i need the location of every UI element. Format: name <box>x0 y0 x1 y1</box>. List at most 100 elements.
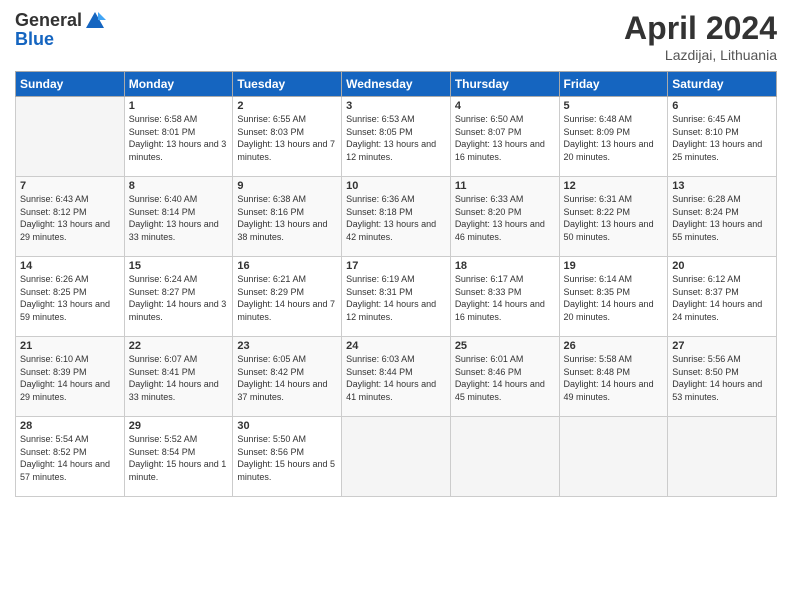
day-info: Sunrise: 5:50 AMSunset: 8:56 PMDaylight:… <box>237 433 337 483</box>
day-info: Sunrise: 6:48 AMSunset: 8:09 PMDaylight:… <box>564 113 664 163</box>
day-number: 20 <box>672 260 772 272</box>
table-row: 29Sunrise: 5:52 AMSunset: 8:54 PMDayligh… <box>124 417 233 497</box>
day-number: 11 <box>455 180 555 192</box>
table-row: 14Sunrise: 6:26 AMSunset: 8:25 PMDayligh… <box>16 257 125 337</box>
day-number: 29 <box>129 420 229 432</box>
table-row: 27Sunrise: 5:56 AMSunset: 8:50 PMDayligh… <box>668 337 777 417</box>
table-row: 7Sunrise: 6:43 AMSunset: 8:12 PMDaylight… <box>16 177 125 257</box>
day-number: 2 <box>237 100 337 112</box>
calendar-title: April 2024 <box>624 10 777 47</box>
day-number: 21 <box>20 340 120 352</box>
table-row: 9Sunrise: 6:38 AMSunset: 8:16 PMDaylight… <box>233 177 342 257</box>
table-row: 12Sunrise: 6:31 AMSunset: 8:22 PMDayligh… <box>559 177 668 257</box>
table-row: 5Sunrise: 6:48 AMSunset: 8:09 PMDaylight… <box>559 97 668 177</box>
logo: General Blue <box>15 10 106 50</box>
day-info: Sunrise: 6:14 AMSunset: 8:35 PMDaylight:… <box>564 273 664 323</box>
day-info: Sunrise: 6:17 AMSunset: 8:33 PMDaylight:… <box>455 273 555 323</box>
day-number: 16 <box>237 260 337 272</box>
day-info: Sunrise: 6:10 AMSunset: 8:39 PMDaylight:… <box>20 353 120 403</box>
calendar-table: Sunday Monday Tuesday Wednesday Thursday… <box>15 71 777 497</box>
day-number: 26 <box>564 340 664 352</box>
day-info: Sunrise: 5:58 AMSunset: 8:48 PMDaylight:… <box>564 353 664 403</box>
table-row <box>668 417 777 497</box>
day-info: Sunrise: 6:21 AMSunset: 8:29 PMDaylight:… <box>237 273 337 323</box>
table-row <box>16 97 125 177</box>
day-info: Sunrise: 6:31 AMSunset: 8:22 PMDaylight:… <box>564 193 664 243</box>
day-info: Sunrise: 6:19 AMSunset: 8:31 PMDaylight:… <box>346 273 446 323</box>
day-info: Sunrise: 6:38 AMSunset: 8:16 PMDaylight:… <box>237 193 337 243</box>
header-sunday: Sunday <box>16 72 125 97</box>
day-number: 8 <box>129 180 229 192</box>
table-row: 6Sunrise: 6:45 AMSunset: 8:10 PMDaylight… <box>668 97 777 177</box>
table-row: 30Sunrise: 5:50 AMSunset: 8:56 PMDayligh… <box>233 417 342 497</box>
day-number: 10 <box>346 180 446 192</box>
table-row: 23Sunrise: 6:05 AMSunset: 8:42 PMDayligh… <box>233 337 342 417</box>
day-number: 3 <box>346 100 446 112</box>
table-row <box>450 417 559 497</box>
table-row: 24Sunrise: 6:03 AMSunset: 8:44 PMDayligh… <box>342 337 451 417</box>
table-row: 3Sunrise: 6:53 AMSunset: 8:05 PMDaylight… <box>342 97 451 177</box>
day-number: 22 <box>129 340 229 352</box>
table-row: 10Sunrise: 6:36 AMSunset: 8:18 PMDayligh… <box>342 177 451 257</box>
table-row <box>342 417 451 497</box>
day-number: 23 <box>237 340 337 352</box>
day-number: 7 <box>20 180 120 192</box>
table-row: 19Sunrise: 6:14 AMSunset: 8:35 PMDayligh… <box>559 257 668 337</box>
table-row: 16Sunrise: 6:21 AMSunset: 8:29 PMDayligh… <box>233 257 342 337</box>
table-row <box>559 417 668 497</box>
table-row: 26Sunrise: 5:58 AMSunset: 8:48 PMDayligh… <box>559 337 668 417</box>
day-info: Sunrise: 6:28 AMSunset: 8:24 PMDaylight:… <box>672 193 772 243</box>
table-row: 22Sunrise: 6:07 AMSunset: 8:41 PMDayligh… <box>124 337 233 417</box>
header-saturday: Saturday <box>668 72 777 97</box>
header-thursday: Thursday <box>450 72 559 97</box>
day-number: 4 <box>455 100 555 112</box>
day-info: Sunrise: 6:01 AMSunset: 8:46 PMDaylight:… <box>455 353 555 403</box>
table-row: 1Sunrise: 6:58 AMSunset: 8:01 PMDaylight… <box>124 97 233 177</box>
day-number: 12 <box>564 180 664 192</box>
day-number: 19 <box>564 260 664 272</box>
table-row: 25Sunrise: 6:01 AMSunset: 8:46 PMDayligh… <box>450 337 559 417</box>
day-number: 25 <box>455 340 555 352</box>
calendar-subtitle: Lazdijai, Lithuania <box>624 47 777 63</box>
day-number: 9 <box>237 180 337 192</box>
page: General Blue April 2024 Lazdijai, Lithua… <box>0 0 792 612</box>
header-tuesday: Tuesday <box>233 72 342 97</box>
table-row: 13Sunrise: 6:28 AMSunset: 8:24 PMDayligh… <box>668 177 777 257</box>
day-info: Sunrise: 6:07 AMSunset: 8:41 PMDaylight:… <box>129 353 229 403</box>
day-number: 5 <box>564 100 664 112</box>
weekday-header-row: Sunday Monday Tuesday Wednesday Thursday… <box>16 72 777 97</box>
day-info: Sunrise: 5:52 AMSunset: 8:54 PMDaylight:… <box>129 433 229 483</box>
table-row: 17Sunrise: 6:19 AMSunset: 8:31 PMDayligh… <box>342 257 451 337</box>
day-info: Sunrise: 6:05 AMSunset: 8:42 PMDaylight:… <box>237 353 337 403</box>
day-info: Sunrise: 6:53 AMSunset: 8:05 PMDaylight:… <box>346 113 446 163</box>
calendar-week-row: 21Sunrise: 6:10 AMSunset: 8:39 PMDayligh… <box>16 337 777 417</box>
calendar-week-row: 7Sunrise: 6:43 AMSunset: 8:12 PMDaylight… <box>16 177 777 257</box>
day-number: 13 <box>672 180 772 192</box>
day-info: Sunrise: 6:50 AMSunset: 8:07 PMDaylight:… <box>455 113 555 163</box>
table-row: 2Sunrise: 6:55 AMSunset: 8:03 PMDaylight… <box>233 97 342 177</box>
table-row: 11Sunrise: 6:33 AMSunset: 8:20 PMDayligh… <box>450 177 559 257</box>
logo-icon <box>84 10 106 32</box>
day-number: 18 <box>455 260 555 272</box>
logo-general-text: General <box>15 11 82 31</box>
table-row: 8Sunrise: 6:40 AMSunset: 8:14 PMDaylight… <box>124 177 233 257</box>
table-row: 28Sunrise: 5:54 AMSunset: 8:52 PMDayligh… <box>16 417 125 497</box>
day-info: Sunrise: 6:26 AMSunset: 8:25 PMDaylight:… <box>20 273 120 323</box>
table-row: 20Sunrise: 6:12 AMSunset: 8:37 PMDayligh… <box>668 257 777 337</box>
day-number: 1 <box>129 100 229 112</box>
day-info: Sunrise: 6:58 AMSunset: 8:01 PMDaylight:… <box>129 113 229 163</box>
day-number: 14 <box>20 260 120 272</box>
table-row: 18Sunrise: 6:17 AMSunset: 8:33 PMDayligh… <box>450 257 559 337</box>
calendar-week-row: 14Sunrise: 6:26 AMSunset: 8:25 PMDayligh… <box>16 257 777 337</box>
day-info: Sunrise: 5:56 AMSunset: 8:50 PMDaylight:… <box>672 353 772 403</box>
header: General Blue April 2024 Lazdijai, Lithua… <box>15 10 777 63</box>
day-number: 15 <box>129 260 229 272</box>
day-info: Sunrise: 6:40 AMSunset: 8:14 PMDaylight:… <box>129 193 229 243</box>
day-info: Sunrise: 6:43 AMSunset: 8:12 PMDaylight:… <box>20 193 120 243</box>
logo-blue-text: Blue <box>15 29 54 49</box>
day-info: Sunrise: 6:55 AMSunset: 8:03 PMDaylight:… <box>237 113 337 163</box>
day-info: Sunrise: 6:33 AMSunset: 8:20 PMDaylight:… <box>455 193 555 243</box>
header-friday: Friday <box>559 72 668 97</box>
day-info: Sunrise: 6:24 AMSunset: 8:27 PMDaylight:… <box>129 273 229 323</box>
day-info: Sunrise: 6:12 AMSunset: 8:37 PMDaylight:… <box>672 273 772 323</box>
